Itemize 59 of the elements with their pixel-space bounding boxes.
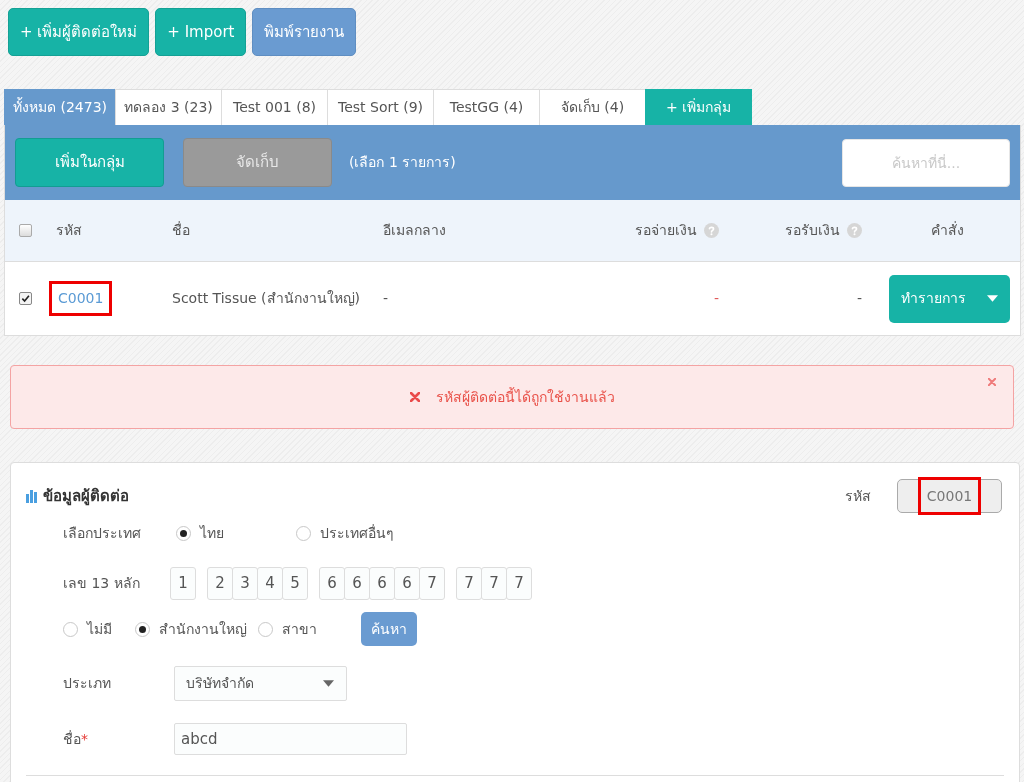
radio-button[interactable]: [258, 621, 273, 637]
name-input[interactable]: abcd: [174, 723, 407, 755]
error-icon: [409, 392, 420, 402]
radio-button[interactable]: [135, 621, 150, 637]
table-cell: Scott Tissue (สำนักงานใหญ่): [172, 290, 361, 306]
group-tab[interactable]: TestGG (4): [433, 89, 540, 125]
field-label: เลข 13 หลัก: [63, 574, 141, 593]
column-header: รหัส: [56, 221, 82, 240]
field-label: รหัส: [845, 486, 871, 506]
field-label: ประเภท: [63, 674, 112, 693]
checkbox[interactable]: [18, 292, 32, 305]
column-header: คำสั่ง: [930, 220, 964, 240]
digit-field[interactable]: 7: [419, 567, 445, 600]
radio-button[interactable]: [296, 525, 311, 541]
digit-field[interactable]: 5: [282, 567, 308, 600]
digit-field[interactable]: 3: [232, 567, 258, 600]
group-tab[interactable]: ทดลอง 3 (23): [115, 89, 222, 125]
digit-field[interactable]: 2: [207, 567, 233, 600]
code-field[interactable]: C0001: [897, 479, 1002, 513]
caret-icon: [987, 295, 998, 302]
radio-label[interactable]: ไม่มี: [87, 618, 112, 640]
radio-label[interactable]: ไทย: [200, 522, 224, 544]
alert-message: รหัสผู้ติดต่อนี้ได้ถูกใช้งานแล้ว: [435, 386, 615, 408]
section-title: ข้อมูลผู้ติดต่อ: [43, 485, 129, 508]
group-tab[interactable]: จัดเก็บ (4): [539, 89, 646, 125]
radio-label[interactable]: สำนักงานใหญ่: [159, 618, 247, 640]
column-header: อีเมลกลาง: [383, 221, 446, 240]
digit-field[interactable]: 6: [369, 567, 395, 600]
type-select[interactable]: บริษัทจำกัด: [174, 666, 347, 701]
digit-field[interactable]: 6: [394, 567, 420, 600]
digit-field[interactable]: 4: [257, 567, 283, 600]
digit-field[interactable]: 7: [481, 567, 507, 600]
radio-label[interactable]: สาขา: [282, 618, 317, 640]
help-icon[interactable]: [847, 223, 862, 238]
table-cell: -: [383, 290, 389, 306]
radio-button[interactable]: [176, 525, 191, 541]
group-tab[interactable]: Test Sort (9): [327, 89, 434, 125]
digit-field[interactable]: 1: [170, 567, 196, 600]
help-icon[interactable]: [704, 223, 719, 238]
column-header: ชื่อ: [172, 220, 190, 240]
column-header: รอจ่ายเงิน: [635, 221, 697, 240]
digit-field[interactable]: 6: [344, 567, 370, 600]
table-cell-text: -: [713, 289, 719, 308]
bar-chart-icon: [26, 489, 38, 503]
digit-field[interactable]: 6: [319, 567, 345, 600]
table-cell-text: -: [856, 289, 862, 308]
digit-field[interactable]: 7: [506, 567, 532, 600]
code-value: C0001: [917, 477, 982, 515]
close-icon[interactable]: [988, 378, 996, 386]
radio-label[interactable]: ประเทศอื่นๆ: [320, 522, 394, 544]
caret-icon: [323, 680, 334, 687]
group-tab[interactable]: Test 001 (8): [221, 89, 328, 125]
field-label: เลือกประเทศ: [63, 523, 142, 543]
radio-button[interactable]: [63, 621, 78, 637]
checkbox[interactable]: [18, 224, 32, 237]
column-header: รอรับเงิน: [785, 221, 840, 240]
field-label: ชื่อ*: [63, 729, 89, 749]
selection-count: (เลือก 1 รายการ): [349, 153, 456, 172]
digit-field[interactable]: 7: [456, 567, 482, 600]
